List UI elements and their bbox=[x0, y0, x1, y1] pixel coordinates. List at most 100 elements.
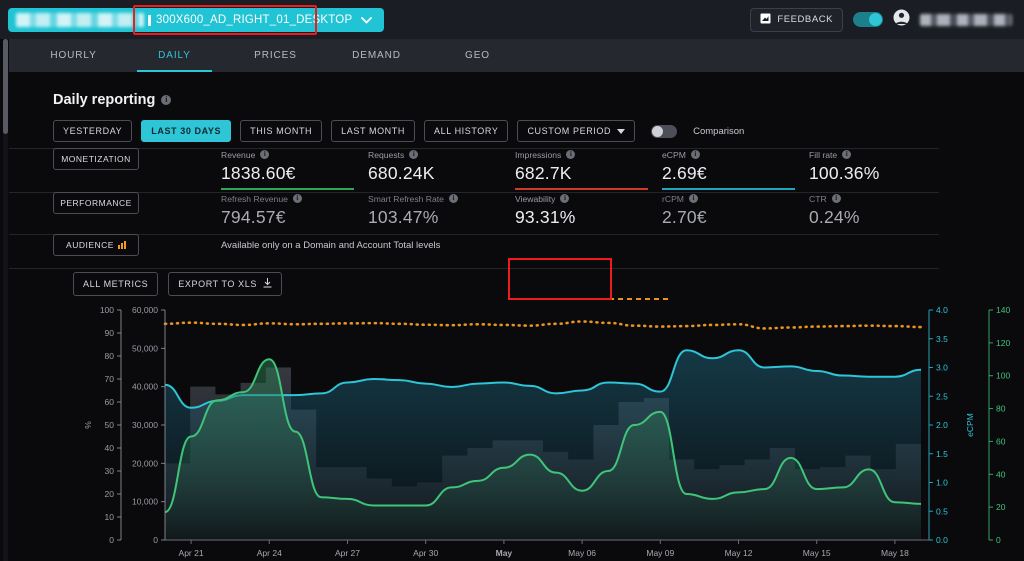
tab-demand[interactable]: DEMAND bbox=[326, 39, 427, 72]
axis-tick-label: 140 bbox=[996, 305, 1010, 315]
axis-tick-label: 50 bbox=[105, 420, 115, 430]
info-icon[interactable]: i bbox=[566, 150, 576, 159]
axis-: 0 10 20 30 40 50 60 70 80 90 100% bbox=[83, 305, 122, 545]
metric-smart-refresh-rate[interactable]: Smart Refresh Rate i 103.47% bbox=[368, 192, 515, 228]
metric-viewability[interactable]: Viewability i 93.31% bbox=[515, 192, 662, 228]
account-mode-toggle[interactable] bbox=[853, 12, 883, 27]
page-title: Daily reporting i bbox=[53, 92, 172, 108]
metric-label-text: Impressions bbox=[515, 149, 562, 160]
range-label: CUSTOM PERIOD bbox=[527, 126, 612, 136]
metric-ecpm[interactable]: eCPM i 2.69€ bbox=[662, 148, 809, 190]
x-tick-label: Apr 27 bbox=[335, 548, 360, 558]
axis-tick-label: 0.5 bbox=[936, 506, 948, 516]
comparison-toggle[interactable] bbox=[651, 124, 678, 138]
tab-geo[interactable]: GEO bbox=[427, 39, 528, 72]
tab-label: DEMAND bbox=[352, 50, 401, 61]
axis-tick-label: 0.0 bbox=[936, 535, 948, 545]
category-performance-button[interactable]: PERFORMANCE bbox=[53, 192, 139, 214]
chevron-down-icon[interactable] bbox=[361, 16, 373, 24]
property-selector[interactable]: 300X600_AD_RIGHT_01_DESKTOP bbox=[8, 8, 385, 32]
range-last-month[interactable]: LAST MONTH bbox=[331, 120, 415, 142]
section-tabs: HOURLY DAILY PRICES DEMAND GEO bbox=[9, 39, 1024, 72]
category-monetization-button[interactable]: MONETIZATION bbox=[53, 148, 139, 170]
category-label: AUDIENCE bbox=[66, 240, 114, 250]
info-icon[interactable]: i bbox=[161, 95, 172, 105]
metric-underline bbox=[662, 188, 795, 190]
bar-chart-icon bbox=[117, 241, 126, 249]
category-label: PERFORMANCE bbox=[60, 198, 132, 208]
metric-label: Revenue i bbox=[221, 148, 368, 161]
metric-impressions[interactable]: Impressions i 682.7K bbox=[515, 148, 662, 190]
range-label: YESTERDAY bbox=[63, 126, 123, 136]
info-icon[interactable]: i bbox=[831, 194, 841, 203]
page-scrollbar[interactable] bbox=[3, 39, 8, 561]
category-performance-col: PERFORMANCE bbox=[53, 192, 221, 214]
metric-label-text: Fill rate bbox=[809, 149, 838, 160]
x-tick-label: May 09 bbox=[646, 548, 674, 558]
comparison-label: Comparison bbox=[693, 125, 745, 137]
metric-row-divider bbox=[9, 268, 939, 269]
range-last-30-days[interactable]: LAST 30 DAYS bbox=[141, 120, 232, 142]
user-avatar-icon[interactable] bbox=[893, 9, 910, 31]
page-title-text: Daily reporting bbox=[53, 92, 156, 108]
category-audience-button[interactable]: AUDIENCE bbox=[53, 234, 139, 256]
metric-label-text: Viewability bbox=[515, 193, 556, 204]
main-content: Daily reporting i YESTERDAY LAST 30 DAYS… bbox=[9, 72, 1024, 561]
metric-label-text: Requests bbox=[368, 149, 405, 160]
axis-tick-label: 30 bbox=[105, 466, 115, 476]
range-this-month[interactable]: THIS MONTH bbox=[240, 120, 323, 142]
info-icon[interactable]: i bbox=[448, 194, 458, 203]
metric-value: 0.24% bbox=[809, 207, 860, 227]
info-icon[interactable]: i bbox=[292, 194, 302, 203]
axis-tick-label: 60,000 bbox=[132, 305, 158, 315]
info-icon[interactable]: i bbox=[260, 150, 270, 159]
range-yesterday[interactable]: YESTERDAY bbox=[53, 120, 133, 142]
metric-rcpm[interactable]: rCPM i 2.70€ bbox=[662, 192, 809, 228]
export-to-xls-button[interactable]: EXPORT TO XLS bbox=[168, 272, 282, 296]
tab-hourly[interactable]: HOURLY bbox=[23, 39, 124, 72]
axis-tick-label: 20 bbox=[105, 489, 115, 499]
axis-tick-label: 120 bbox=[996, 338, 1010, 348]
info-icon[interactable]: i bbox=[688, 194, 698, 203]
axis-tick-label: 2.0 bbox=[936, 420, 948, 430]
selected-placement-label: 300X600_AD_RIGHT_01_DESKTOP bbox=[156, 14, 353, 26]
metric-ctr[interactable]: CTR i 0.24% bbox=[809, 192, 956, 228]
info-icon[interactable]: i bbox=[690, 150, 700, 159]
x-tick-label: May 12 bbox=[725, 548, 753, 558]
feedback-button[interactable]: FEEDBACK bbox=[750, 7, 843, 32]
metric-fill-rate[interactable]: Fill rate i 100.36% bbox=[809, 148, 956, 184]
metric-label: rCPM i bbox=[662, 192, 809, 205]
metric-value: 2.69€ bbox=[662, 163, 707, 183]
tab-label: GEO bbox=[465, 50, 490, 61]
reporting-chart[interactable]: 0 10 20 30 40 50 60 70 80 90 100% 0 10,000 20,000 30,0… bbox=[69, 300, 1019, 560]
range-label: LAST MONTH bbox=[341, 126, 405, 136]
info-icon[interactable]: i bbox=[560, 194, 570, 203]
info-icon[interactable]: i bbox=[409, 150, 419, 159]
metric-row-audience: AUDIENCE Available only on a Domain and … bbox=[53, 234, 983, 268]
axis-ecpm: 0.0 0.5 1.0 1.5 2.0 2.5 3.0 3.5 4.0 eCPM bbox=[928, 305, 975, 545]
axis-tick-label: 80 bbox=[105, 351, 115, 361]
chart-canvas[interactable]: 0 10 20 30 40 50 60 70 80 90 100% 0 10,000 20,000 30,0… bbox=[69, 300, 1019, 560]
feedback-label: FEEDBACK bbox=[777, 14, 833, 25]
range-all-history[interactable]: ALL HISTORY bbox=[423, 120, 509, 142]
metric-requests[interactable]: Requests i 680.24K bbox=[368, 148, 515, 184]
axis-tick-label: 40 bbox=[996, 469, 1006, 479]
metric-refresh-revenue[interactable]: Refresh Revenue i 794.57€ bbox=[221, 192, 368, 228]
metric-value: 794.57€ bbox=[221, 207, 286, 227]
selector-divider bbox=[148, 14, 151, 26]
tab-prices[interactable]: PRICES bbox=[225, 39, 326, 72]
x-tick-label: May 18 bbox=[881, 548, 909, 558]
series-viewability-line bbox=[163, 320, 923, 330]
tab-daily[interactable]: DAILY bbox=[124, 39, 225, 72]
metric-revenue[interactable]: Revenue i 1838.60€ bbox=[221, 148, 368, 190]
range-label: THIS MONTH bbox=[250, 126, 313, 136]
info-icon[interactable]: i bbox=[842, 150, 852, 159]
metric-value: 1838.60€ bbox=[221, 163, 296, 183]
metric-label-text: rCPM bbox=[662, 193, 684, 204]
all-metrics-button[interactable]: ALL METRICS bbox=[73, 272, 159, 296]
range-custom-period[interactable]: CUSTOM PERIOD bbox=[517, 120, 636, 142]
axis-tick-label: 100 bbox=[996, 371, 1010, 381]
range-label: ALL HISTORY bbox=[433, 126, 499, 136]
metric-value: 93.31% bbox=[515, 207, 576, 227]
axis-impressions: 0 10,000 20,000 30,000 40,000 50,000 60,000 bbox=[132, 305, 166, 545]
